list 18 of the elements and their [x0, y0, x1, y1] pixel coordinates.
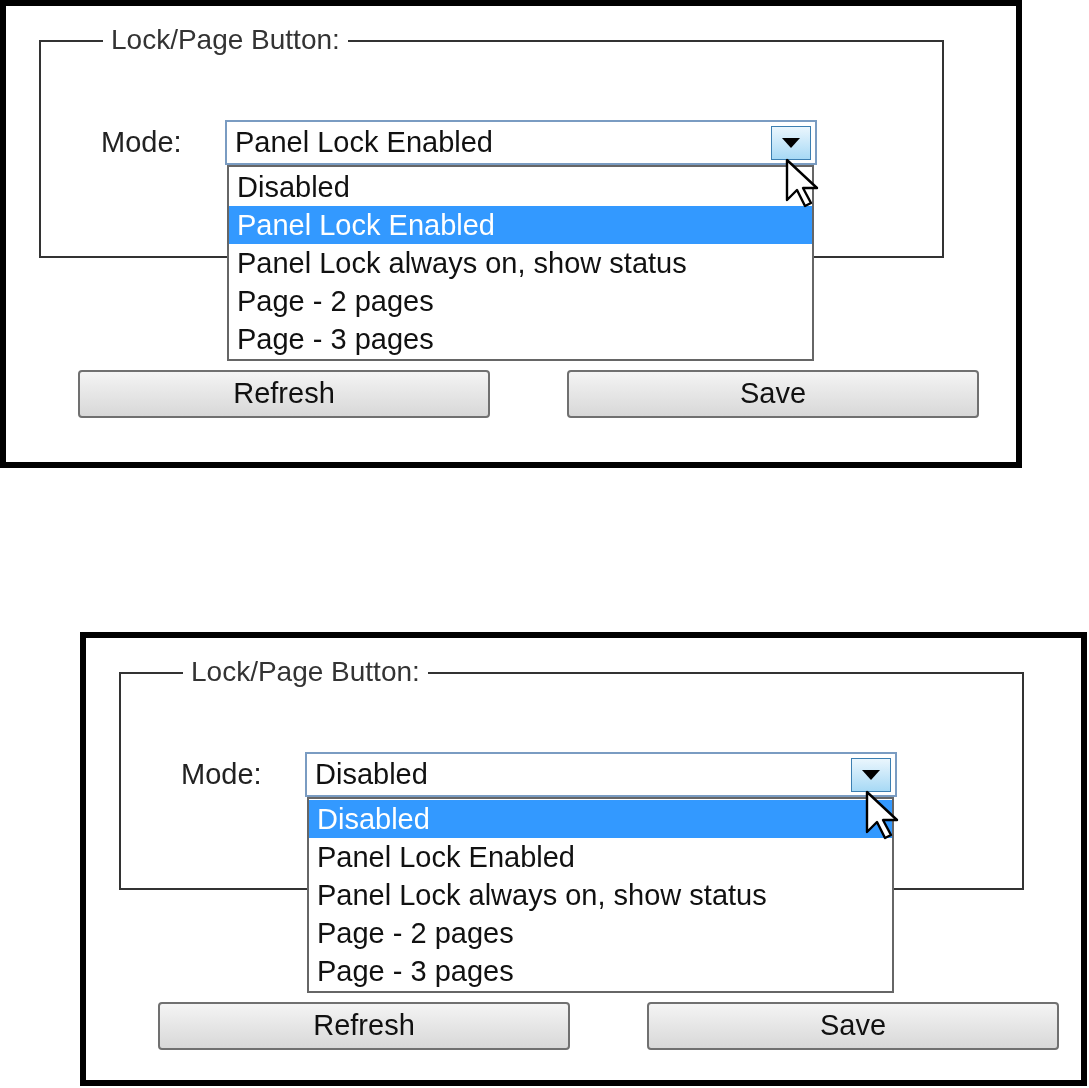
dropdown-option[interactable]: Disabled	[229, 168, 812, 206]
dialog-button[interactable]: Refresh	[78, 370, 490, 418]
mode-label: Mode:	[181, 756, 263, 792]
caret-icon	[782, 137, 800, 148]
dialog-button[interactable]: Save	[567, 370, 979, 418]
mode-dropdown[interactable]: Disabled	[305, 752, 897, 797]
mode-label: Mode:	[101, 124, 183, 160]
dropdown-option[interactable]: Panel Lock always on, show status	[229, 244, 812, 282]
caret-icon	[862, 769, 880, 780]
dropdown-option[interactable]: Panel Lock always on, show status	[309, 876, 892, 914]
dialog-button[interactable]: Save	[647, 1002, 1059, 1050]
dropdown-option[interactable]: Page - 3 pages	[309, 952, 892, 990]
dropdown-option[interactable]: Page - 3 pages	[229, 320, 812, 358]
dropdown-option[interactable]: Page - 2 pages	[229, 282, 812, 320]
dialog-button[interactable]: Refresh	[158, 1002, 570, 1050]
dropdown-option[interactable]: Page - 2 pages	[309, 914, 892, 952]
dropdown-option[interactable]: Panel Lock Enabled	[309, 838, 892, 876]
mode-dropdown[interactable]: Panel Lock Enabled	[225, 120, 817, 165]
